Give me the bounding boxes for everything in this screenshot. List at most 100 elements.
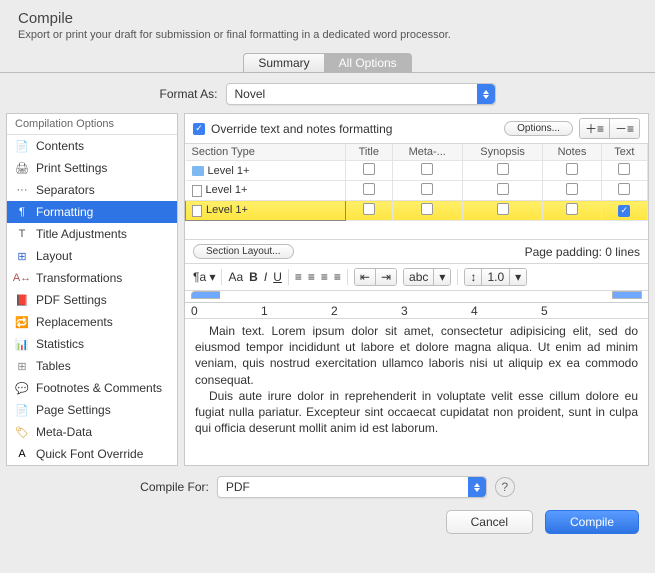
sidebar-item-meta-data[interactable]: 🏷Meta-Data: [7, 421, 177, 443]
list-style-seg[interactable]: abc▾: [403, 268, 451, 286]
doc-icon: [192, 185, 202, 197]
tab-summary[interactable]: Summary: [243, 53, 323, 73]
align-left-icon[interactable]: ≡: [295, 270, 302, 284]
ruler[interactable]: 012345: [185, 291, 648, 319]
sidebar-icon: 📊: [15, 337, 29, 351]
align-right-icon[interactable]: ≡: [321, 270, 328, 284]
ruler-tab-marker[interactable]: [612, 291, 642, 299]
sidebar-icon: 🖨: [15, 161, 29, 175]
cancel-button[interactable]: Cancel: [446, 510, 533, 534]
sidebar-item-separators[interactable]: ···Separators: [7, 179, 177, 201]
override-checkbox[interactable]: [193, 123, 205, 135]
sidebar-item-footnotes-comments[interactable]: 💬Footnotes & Comments: [7, 377, 177, 399]
check-cell: [462, 181, 542, 201]
ruler-tab-marker[interactable]: [191, 291, 220, 299]
cell-checkbox[interactable]: [363, 163, 375, 175]
check-cell: [346, 201, 393, 221]
sidebar-icon: A↔: [15, 271, 29, 285]
compile-for-dropdown[interactable]: PDF: [217, 476, 487, 498]
doc-icon: [192, 205, 202, 217]
sidebar-item-title-adjustments[interactable]: TTitle Adjustments: [7, 223, 177, 245]
expand-collapse-seg[interactable]: ＋≡－≡: [579, 118, 640, 139]
cell-checkbox[interactable]: [497, 163, 509, 175]
cell-checkbox[interactable]: [497, 183, 509, 195]
table-row[interactable]: Level 1+: [186, 161, 648, 181]
view-tabs: Summary All Options: [0, 53, 655, 73]
page-padding-label: Page padding: 0 lines: [525, 245, 640, 259]
format-as-value: Novel: [235, 87, 266, 101]
cell-checkbox[interactable]: [363, 183, 375, 195]
compile-button[interactable]: Compile: [545, 510, 639, 534]
compilation-options-sidebar: Compilation Options 📄Contents 🖨 Print Sett…: [6, 113, 178, 466]
cell-checkbox[interactable]: [618, 163, 630, 175]
cell-checkbox[interactable]: [566, 203, 578, 215]
align-center-icon[interactable]: ≡: [308, 270, 315, 284]
font-button[interactable]: Aa: [228, 270, 243, 284]
sidebar-item-transformations[interactable]: A↔ Transformations: [7, 267, 177, 289]
cell-checkbox[interactable]: [618, 205, 630, 217]
sidebar-icon: ···: [15, 183, 29, 197]
column-header[interactable]: Meta-...: [392, 144, 462, 161]
check-cell: [462, 161, 542, 181]
sidebar-item-label: Print Settings: [36, 161, 107, 175]
format-as-dropdown[interactable]: Novel: [226, 83, 496, 105]
table-row[interactable]: Level 1+: [186, 181, 648, 201]
cell-checkbox[interactable]: [566, 183, 578, 195]
preview-paragraph: Duis aute irure dolor in reprehenderit i…: [195, 388, 638, 437]
sidebar-item-label: Layout: [36, 249, 72, 263]
column-header[interactable]: Section Type: [186, 144, 346, 161]
cell-checkbox[interactable]: [421, 183, 433, 195]
sidebar-item-statistics[interactable]: 📊Statistics: [7, 333, 177, 355]
cell-checkbox[interactable]: [363, 203, 375, 215]
sidebar-item-pdf-settings[interactable]: 📕PDF Settings: [7, 289, 177, 311]
column-header[interactable]: Synopsis: [462, 144, 542, 161]
align-justify-icon[interactable]: ≡: [334, 270, 341, 284]
sidebar-item-contents[interactable]: 📄Contents: [7, 135, 177, 157]
indent-seg[interactable]: ⇤⇥: [354, 268, 397, 286]
section-layout-button[interactable]: Section Layout...: [193, 244, 294, 259]
column-header[interactable]: Text: [601, 144, 647, 161]
sidebar-icon: 🔁: [15, 315, 29, 329]
table-row[interactable]: Level 1+: [186, 201, 648, 221]
bold-button[interactable]: B: [249, 270, 258, 284]
check-cell: [543, 181, 601, 201]
sidebar-heading: Compilation Options: [7, 114, 177, 135]
italic-button[interactable]: I: [264, 270, 267, 284]
sidebar-item-tables[interactable]: ⊞Tables: [7, 355, 177, 377]
paragraph-style-icon[interactable]: ¶a ▾: [193, 270, 215, 284]
section-type-cell: Level 1+: [186, 161, 346, 181]
tab-all-options[interactable]: All Options: [324, 53, 412, 73]
sidebar-item-print-settings[interactable]: 🖨 Print Settings: [7, 157, 177, 179]
sidebar-item-formatting[interactable]: ¶Formatting: [7, 201, 177, 223]
check-cell: [601, 161, 647, 181]
check-cell: [543, 161, 601, 181]
sidebar-item-label: Tables: [36, 359, 71, 373]
sidebar-item-layout[interactable]: ⊞Layout: [7, 245, 177, 267]
section-type-cell: Level 1+: [186, 201, 346, 221]
ruler-mark: 2: [331, 304, 338, 318]
sidebar-item-quick-font-override[interactable]: AQuick Font Override: [7, 443, 177, 465]
dialog-buttons: Cancel Compile: [16, 510, 639, 534]
cell-checkbox[interactable]: [421, 163, 433, 175]
sidebar-icon: 💬: [15, 381, 29, 395]
ruler-mark: 5: [541, 304, 548, 318]
cell-checkbox[interactable]: [421, 203, 433, 215]
help-button[interactable]: ?: [495, 477, 515, 497]
sidebar-item-replacements[interactable]: 🔁Replacements: [7, 311, 177, 333]
sidebar-icon: T: [15, 227, 29, 241]
sidebar-item-label: Transformations: [36, 271, 122, 285]
cell-checkbox[interactable]: [566, 163, 578, 175]
format-as-row: Format As: Novel: [0, 73, 655, 113]
options-button[interactable]: Options...: [504, 121, 573, 136]
cell-checkbox[interactable]: [618, 183, 630, 195]
ruler-mark: 4: [471, 304, 478, 318]
sidebar-item-page-settings[interactable]: 📄Page Settings: [7, 399, 177, 421]
cell-checkbox[interactable]: [497, 203, 509, 215]
check-cell: [601, 201, 647, 221]
sidebar-item-label: Page Settings: [36, 403, 111, 417]
underline-button[interactable]: U: [273, 270, 282, 284]
column-header[interactable]: Notes: [543, 144, 601, 161]
column-header[interactable]: Title: [346, 144, 393, 161]
compile-for-label: Compile For:: [140, 480, 209, 494]
line-spacing-seg[interactable]: ↕1.0▾: [464, 268, 527, 286]
